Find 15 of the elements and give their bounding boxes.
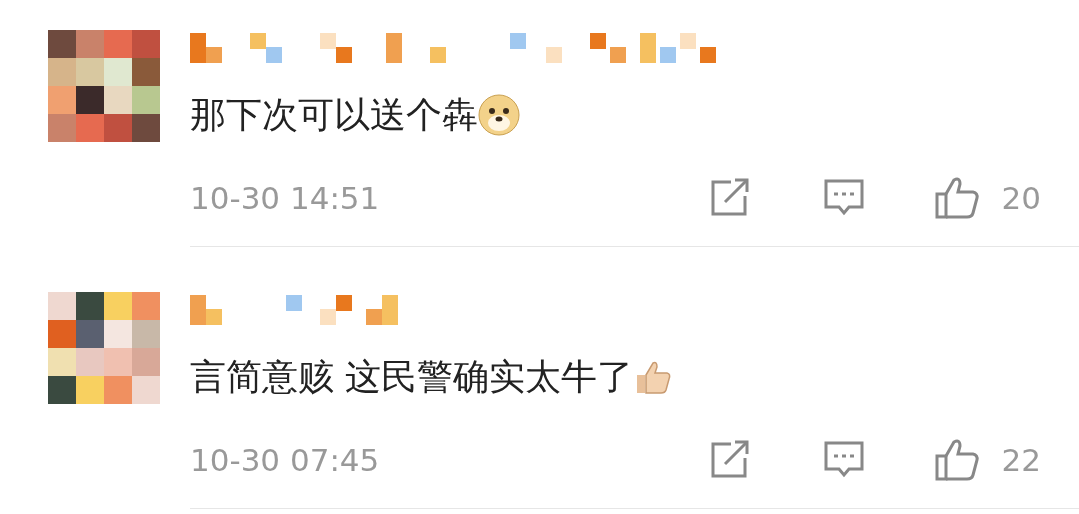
comment-icon xyxy=(822,178,865,218)
like-button[interactable] xyxy=(933,438,980,482)
like-button[interactable] xyxy=(933,176,980,220)
comment-button[interactable] xyxy=(822,178,865,218)
like-count: 20 xyxy=(1001,180,1041,216)
timestamp: 10-30 07:45 xyxy=(190,442,381,478)
comment-text: 言简意赅 这民警确实太牛了 xyxy=(190,355,634,399)
comment-text: 那下次可以送个犇 xyxy=(190,93,478,137)
thumbs-up-icon xyxy=(933,176,980,220)
comment-icon xyxy=(822,440,865,480)
dog-face-icon xyxy=(478,94,520,136)
like-count: 22 xyxy=(1001,442,1041,478)
comment-button[interactable] xyxy=(822,440,865,480)
timestamp: 10-30 14:51 xyxy=(190,180,381,216)
thumbs-up-icon xyxy=(933,438,980,482)
